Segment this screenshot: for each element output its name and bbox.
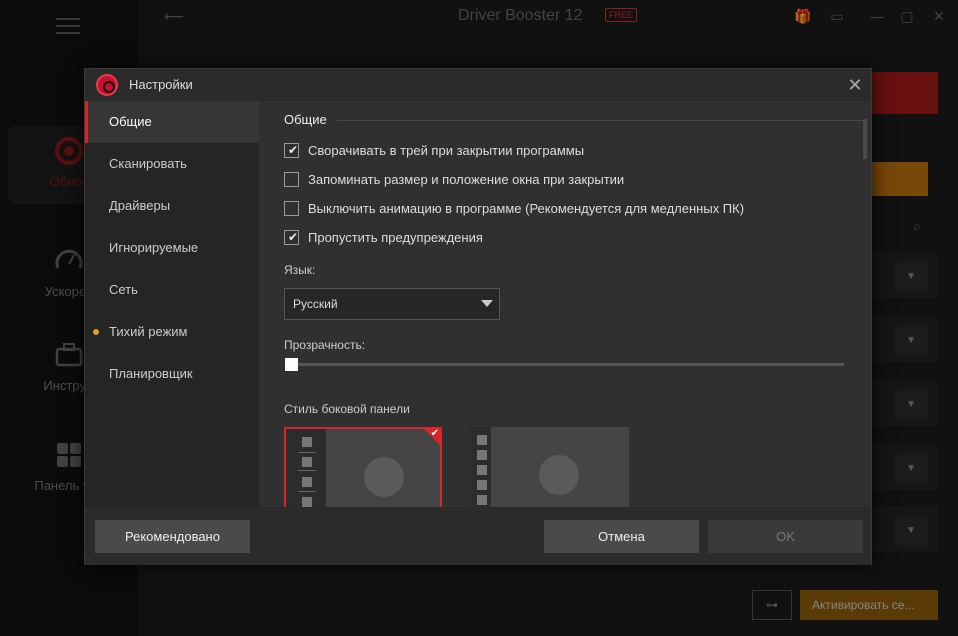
preview-item: [477, 465, 487, 475]
dialog-title: Настройки: [129, 77, 193, 92]
option-label: Сворачивать в трей при закрытии программ…: [308, 143, 585, 158]
option-remember-window[interactable]: Запоминать размер и положение окна при з…: [284, 171, 704, 189]
language-select[interactable]: Русский: [284, 288, 500, 320]
transparency-slider[interactable]: [286, 363, 844, 366]
sidebar-style-option-2[interactable]: [471, 427, 629, 507]
nav-item-network[interactable]: Сеть: [85, 269, 259, 311]
checkbox[interactable]: ✔: [284, 230, 299, 245]
preview-item: [477, 450, 487, 460]
option-skip-warnings[interactable]: ✔ Пропустить предупреждения: [284, 229, 584, 247]
settings-nav: Общие Сканировать Драйверы Игнорируемые …: [85, 101, 259, 507]
preview-item: [302, 497, 312, 507]
transparency-label: Прозрачность:: [284, 338, 366, 352]
option-label: Запоминать размер и положение окна при з…: [308, 172, 625, 187]
option-label: Пропустить предупреждения: [308, 230, 483, 245]
settings-content: Общие ✔ Сворачивать в трей при закрытии …: [259, 101, 871, 507]
dropdown-arrow-icon: [481, 300, 493, 307]
option-minimize-to-tray[interactable]: ✔ Сворачивать в трей при закрытии програ…: [284, 142, 704, 160]
nav-item-scheduler[interactable]: Планировщик: [85, 353, 259, 395]
scrollbar[interactable]: [863, 101, 869, 507]
preview-item: [302, 457, 312, 467]
preview-circle: [539, 455, 579, 495]
dialog-footer: Рекомендовано Отмена OK: [85, 507, 871, 565]
language-value: Русский: [293, 297, 338, 311]
sidebar-style-option-1[interactable]: ✔: [284, 427, 442, 507]
checkbox[interactable]: ✔: [284, 143, 299, 158]
nav-item-silent-mode[interactable]: Тихий режим: [85, 311, 259, 353]
checkmark-icon: ✔: [430, 428, 439, 439]
preview-item: [302, 477, 312, 487]
nav-item-scan[interactable]: Сканировать: [85, 143, 259, 185]
slider-handle[interactable]: [285, 358, 298, 371]
preview-item: [477, 480, 487, 490]
checkmark-icon: ✔: [288, 143, 299, 157]
scrollbar-thumb[interactable]: [863, 119, 867, 159]
preview-divider: [298, 491, 316, 492]
checkmark-icon: ✔: [288, 230, 299, 244]
option-disable-animation[interactable]: Выключить анимацию в программе (Рекоменд…: [284, 200, 754, 218]
preview-circle: [364, 457, 404, 497]
settings-dialog: Настройки ✕ Общие Сканировать Драйверы И…: [84, 68, 872, 565]
app-logo-icon: [96, 74, 118, 96]
nav-item-label: Тихий режим: [109, 324, 188, 339]
style-preview-strip: [471, 427, 491, 507]
section-title: Общие: [284, 112, 327, 127]
section-divider: [337, 120, 867, 121]
nav-item-general[interactable]: Общие: [85, 101, 259, 143]
option-label: Выключить анимацию в программе (Рекоменд…: [308, 201, 745, 216]
sidebar-style-label: Стиль боковой панели: [284, 402, 410, 416]
recommended-button[interactable]: Рекомендовано: [95, 520, 250, 553]
cancel-button[interactable]: Отмена: [544, 520, 699, 553]
checkbox[interactable]: [284, 172, 299, 187]
checkbox[interactable]: [284, 201, 299, 216]
style-preview-strip: [286, 429, 326, 507]
preview-item: [477, 435, 487, 445]
preview-item: [302, 437, 312, 447]
language-label: Язык:: [284, 263, 316, 277]
ok-button[interactable]: OK: [708, 520, 863, 553]
nav-item-drivers[interactable]: Драйверы: [85, 185, 259, 227]
nav-item-ignored[interactable]: Игнорируемые: [85, 227, 259, 269]
preview-divider: [298, 470, 316, 471]
dialog-header: Настройки ✕: [85, 69, 871, 101]
close-icon[interactable]: ✕: [845, 75, 865, 95]
preview-divider: [298, 452, 316, 453]
preview-item: [477, 495, 487, 505]
